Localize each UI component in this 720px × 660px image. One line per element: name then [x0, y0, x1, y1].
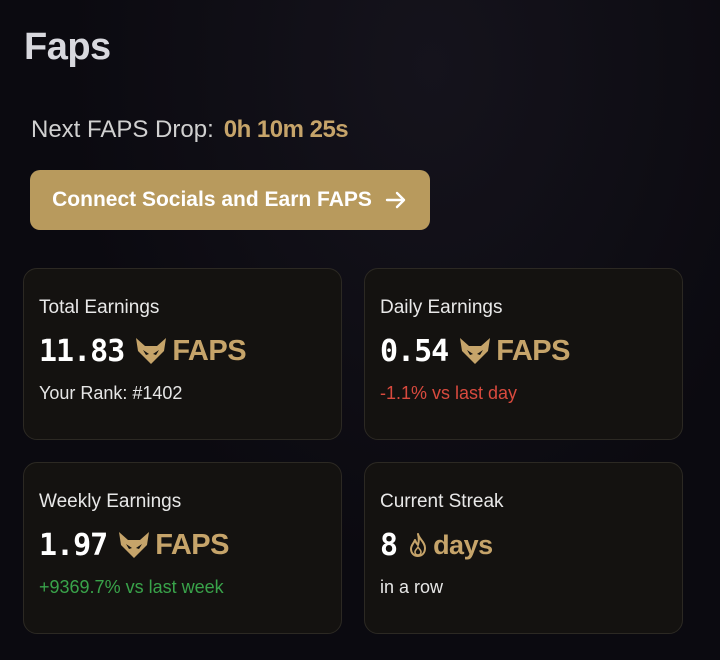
streak-value: 8 [380, 527, 398, 563]
token-unit-label: FAPS [155, 528, 229, 561]
card-label: Total Earnings [39, 297, 160, 318]
card-label: Weekly Earnings [39, 491, 182, 512]
streak-unit: days [407, 530, 493, 561]
token-unit-label: FAPS [172, 334, 247, 367]
card-label: Current Streak [380, 491, 504, 512]
next-drop-countdown: 0h 10m 25s [223, 116, 349, 143]
weekly-change-text: +9369.7% vs last week [39, 577, 224, 597]
rank-text: Your Rank: #1402 [39, 383, 183, 403]
token-unit: FAPS [117, 529, 229, 562]
fox-head-icon [136, 338, 167, 364]
daily-earnings-card: Daily Earnings 0.54 FAPS -1.1% vs last d… [364, 268, 683, 440]
current-streak-card: Current Streak 8 days in a row [364, 462, 683, 634]
daily-earnings-value: 0.54 [380, 333, 449, 369]
weekly-earnings-value: 1.97 [39, 527, 108, 563]
token-unit: FAPS [134, 334, 247, 368]
total-earnings-card: Total Earnings 11.83 FAPS Your Rank: #14… [23, 268, 342, 440]
next-drop: Next FAPS Drop: 0h 10m 25s [31, 116, 349, 144]
daily-change-text: -1.1% vs last day [380, 383, 518, 403]
next-drop-label: Next FAPS Drop: [31, 116, 214, 143]
token-unit-label: FAPS [496, 334, 570, 367]
fox-head-icon [460, 338, 491, 364]
arrow-right-icon [385, 191, 406, 209]
fox-head-icon [119, 532, 150, 558]
streak-sub-text: in a row [380, 577, 444, 597]
streak-unit-label: days [433, 529, 493, 560]
flame-icon [410, 533, 427, 557]
card-label: Daily Earnings [380, 297, 503, 318]
connect-socials-label: Connect Socials and Earn FAPS [52, 188, 372, 211]
page-title: Faps [24, 26, 111, 68]
token-unit: FAPS [458, 335, 570, 368]
connect-socials-button[interactable]: Connect Socials and Earn FAPS [30, 170, 430, 230]
weekly-earnings-card: Weekly Earnings 1.97 FAPS +9369.7% vs la… [23, 462, 342, 634]
total-earnings-value: 11.83 [39, 333, 125, 369]
